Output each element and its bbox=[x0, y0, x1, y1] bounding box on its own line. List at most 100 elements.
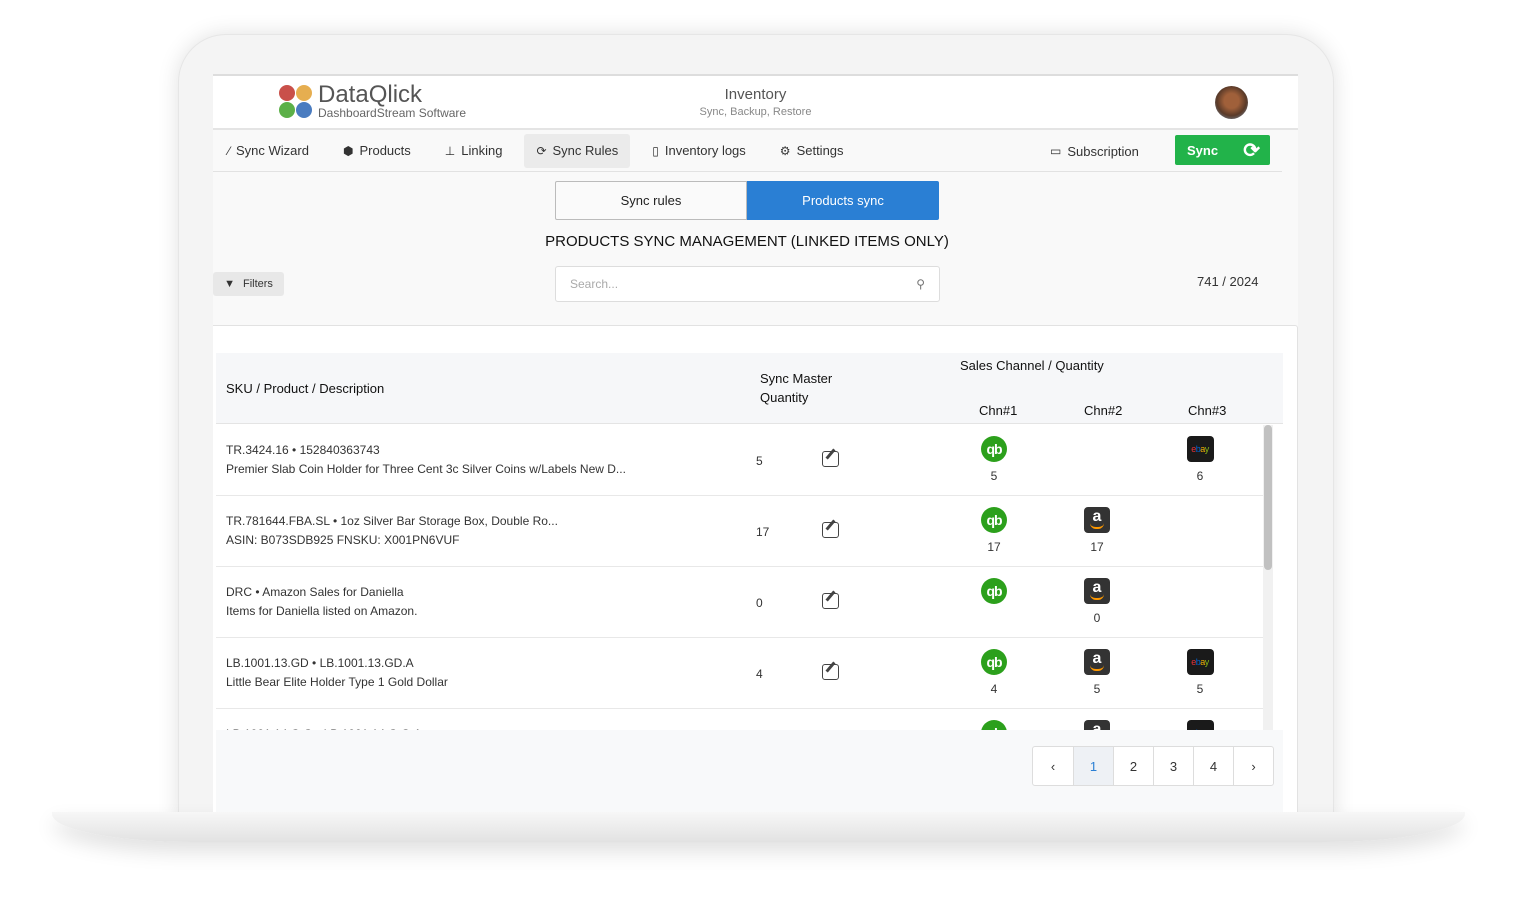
row-master-qty: 4 bbox=[756, 667, 763, 681]
tab-sync-rules[interactable]: Sync rules bbox=[555, 181, 747, 220]
nav-label: Linking bbox=[461, 143, 503, 158]
table-row[interactable]: LB.1001.14.G.G • LB.1001.14.G.G.A qbaeba… bbox=[216, 709, 1273, 730]
table-footer: ‹ 1 2 3 4 › bbox=[216, 730, 1283, 812]
search-input[interactable]: Search... ⚲ bbox=[555, 266, 940, 302]
row-description: ASIN: B073SDB925 FNSKU: X001PN6VUF bbox=[226, 533, 460, 547]
cube-icon: ⬢ bbox=[342, 143, 354, 158]
channel-qty: 6 bbox=[1196, 469, 1204, 483]
col-master-2: Quantity bbox=[760, 390, 809, 405]
ebay-icon: ebay bbox=[1186, 436, 1214, 462]
page-title: PRODUCTS SYNC MANAGEMENT (LINKED ITEMS O… bbox=[545, 233, 949, 250]
page-1[interactable]: 1 bbox=[1073, 747, 1113, 785]
table-row[interactable]: LB.1001.13.GD • LB.1001.13.GD.A Little B… bbox=[216, 638, 1273, 709]
ebay-icon: ebay bbox=[1186, 649, 1214, 675]
edit-icon[interactable] bbox=[822, 664, 839, 680]
filters-label: Filters bbox=[242, 278, 273, 290]
view-toggle: Sync rules Products sync bbox=[555, 181, 939, 220]
table-row[interactable]: DRC • Amazon Sales for Daniella Items fo… bbox=[216, 567, 1273, 638]
header-title: Inventory bbox=[724, 86, 787, 103]
channel-cell-ch2: a 17 bbox=[1082, 507, 1112, 554]
nav-sync-wizard[interactable]: ⁄ Sync Wizard bbox=[216, 134, 321, 168]
amazon-icon: a bbox=[1084, 649, 1110, 675]
channel-cell-ch1: qb bbox=[979, 578, 1009, 611]
table-header: SKU / Product / Description Sync Master … bbox=[216, 353, 1283, 424]
nav-subscription[interactable]: ▭ Subscription bbox=[1038, 134, 1151, 168]
row-description: Premier Slab Coin Holder for Three Cent … bbox=[226, 462, 626, 476]
col-sku: SKU / Product / Description bbox=[226, 381, 385, 396]
channel-qty: 17 bbox=[987, 540, 1001, 554]
page-3[interactable]: 3 bbox=[1153, 747, 1193, 785]
amazon-icon: a bbox=[1084, 507, 1110, 533]
next-page-button[interactable]: › bbox=[1233, 747, 1273, 785]
row-sku: TR.781644.FBA.SL • 1oz Silver Bar Storag… bbox=[226, 514, 558, 528]
edit-icon[interactable] bbox=[822, 451, 839, 467]
row-description: Little Bear Elite Holder Type 1 Gold Dol… bbox=[226, 675, 448, 689]
table-row[interactable]: TR.3424.16 • 152840363743 Premier Slab C… bbox=[216, 425, 1273, 496]
channel-cell-ch3: ebay 6 bbox=[1185, 436, 1215, 483]
nav-inventory-logs[interactable]: ▯ Inventory logs bbox=[640, 134, 758, 168]
channel-qty: 5 bbox=[990, 469, 998, 483]
main-nav: ⁄ Sync Wizard ⬢ Products ⊥ Linking ⟳ Sync Ru… bbox=[213, 130, 1282, 172]
col-channels: Sales Channel / Quantity bbox=[960, 358, 1104, 373]
refresh-icon: ⟳ bbox=[1243, 139, 1260, 162]
nav-linking[interactable]: ⊥ Linking bbox=[433, 134, 515, 168]
channel-qty: 5 bbox=[1196, 682, 1204, 696]
header-subtitle: Sync, Backup, Restore bbox=[699, 106, 812, 118]
nav-label: Inventory logs bbox=[664, 143, 746, 158]
scrollbar-thumb[interactable] bbox=[1264, 425, 1272, 570]
row-sku: LB.1001.13.GD • LB.1001.13.GD.A bbox=[226, 656, 414, 670]
sync-button[interactable]: Sync ⟳ bbox=[1175, 135, 1270, 165]
channel-cell-ch1: qb 17 bbox=[979, 507, 1009, 554]
avatar[interactable] bbox=[1215, 86, 1248, 119]
quickbooks-icon: qb bbox=[981, 578, 1007, 604]
page-2[interactable]: 2 bbox=[1113, 747, 1153, 785]
tab-products-sync[interactable]: Products sync bbox=[747, 181, 939, 220]
channel-qty: 0 bbox=[1093, 611, 1101, 625]
row-master-qty: 5 bbox=[756, 454, 763, 468]
nav-label: Products bbox=[359, 143, 411, 158]
nav-label: Settings bbox=[796, 143, 844, 158]
col-ch1: Chn#1 bbox=[979, 403, 1018, 418]
items-count: 741 / 2024 bbox=[1197, 274, 1259, 289]
col-ch3: Chn#3 bbox=[1188, 403, 1227, 418]
nav-products[interactable]: ⬢ Products bbox=[331, 134, 423, 168]
gear-icon: ⚙ bbox=[779, 143, 791, 158]
table-row[interactable]: TR.781644.FBA.SL • 1oz Silver Bar Storag… bbox=[216, 496, 1273, 567]
search-icon: ⚲ bbox=[916, 277, 925, 291]
nav-sync-rules[interactable]: ⟳ Sync Rules bbox=[524, 133, 631, 168]
prev-page-button[interactable]: ‹ bbox=[1033, 747, 1073, 785]
channel-qty: 5 bbox=[1093, 682, 1101, 696]
row-sku: TR.3424.16 • 152840363743 bbox=[226, 443, 380, 457]
amazon-icon: a bbox=[1084, 720, 1110, 730]
laptop-base bbox=[52, 812, 1465, 842]
row-master-qty: 17 bbox=[756, 525, 770, 539]
refresh-icon: ⟳ bbox=[536, 143, 547, 158]
nav-label: Sync Wizard bbox=[236, 143, 309, 158]
channel-cell-ch2: a5 bbox=[1082, 649, 1112, 696]
nav-settings[interactable]: ⚙ Settings bbox=[768, 134, 856, 168]
sitemap-icon: ⊥ bbox=[444, 143, 456, 158]
sync-label: Sync bbox=[1187, 142, 1219, 158]
quickbooks-icon: qb bbox=[981, 436, 1007, 462]
pagination: ‹ 1 2 3 4 › bbox=[1032, 746, 1274, 786]
ebay-icon: ebay bbox=[1186, 720, 1214, 730]
search-placeholder: Search... bbox=[570, 277, 619, 291]
credit-card-icon: ▭ bbox=[1050, 144, 1062, 158]
table-body: TR.3424.16 • 152840363743 Premier Slab C… bbox=[216, 425, 1273, 730]
edit-icon[interactable] bbox=[822, 593, 839, 609]
magic-wand-icon: ⁄ bbox=[228, 143, 231, 158]
app-header: DataQlick DashboardStream Software Invent… bbox=[213, 76, 1298, 130]
filters-button[interactable]: ▼ Filters bbox=[213, 272, 284, 296]
row-description: Items for Daniella listed on Amazon. bbox=[226, 604, 418, 618]
page-4[interactable]: 4 bbox=[1193, 747, 1233, 785]
table-scrollbar[interactable] bbox=[1263, 425, 1273, 730]
quickbooks-icon: qb bbox=[981, 507, 1007, 533]
channel-cell-ch2: a bbox=[1082, 720, 1112, 730]
channel-cell-ch3: ebay bbox=[1185, 720, 1215, 730]
edit-icon[interactable] bbox=[822, 522, 839, 538]
quickbooks-icon: qb bbox=[981, 720, 1007, 730]
filter-icon: ▼ bbox=[224, 278, 235, 290]
amazon-icon: a bbox=[1084, 578, 1110, 604]
app-screen: DataQlick DashboardStream Software Invent… bbox=[213, 74, 1298, 812]
file-code-icon: ▯ bbox=[652, 143, 659, 158]
